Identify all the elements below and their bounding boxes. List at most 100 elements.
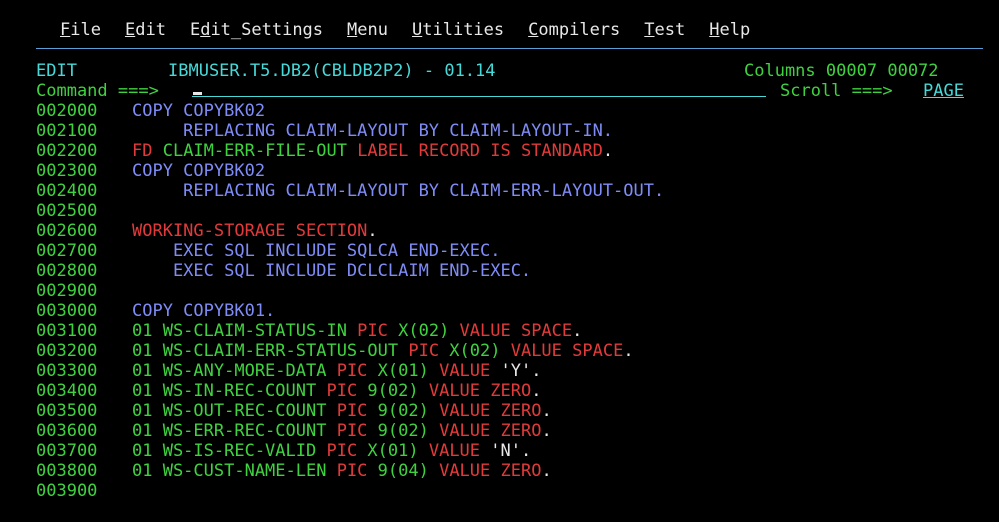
line-number[interactable]: 002600 [36,221,97,241]
line-number[interactable]: 003900 [36,481,97,501]
line-number[interactable]: 002800 [36,261,97,281]
source-line[interactable]: 01 WS-ANY-MORE-DATA PIC X(01) VALUE 'Y'. [132,361,541,381]
code-token: VALUE ZERO [428,381,532,401]
source-line[interactable]: EXEC SQL INCLUDE SQLCA END-EXEC. [132,241,501,261]
source-line[interactable]: COPY COPYBK02 [132,101,265,121]
line-number[interactable]: 002200 [36,141,97,161]
code-token: 'N'. [490,441,532,461]
code-token: . [602,141,614,161]
menu-item-3[interactable]: Menu [347,20,388,40]
line-number[interactable]: 002400 [36,181,97,201]
line-number[interactable]: 003500 [36,401,97,421]
column-from: 00007 [825,61,878,81]
code-token: VALUE SPACE [459,321,573,341]
code-token: . [541,461,552,481]
code-token: PIC [408,341,450,361]
code-token: REPLACING CLAIM-LAYOUT BY CLAIM-LAYOUT-I… [132,121,614,141]
menu-item-6[interactable]: Test [644,20,685,40]
menu-item-7[interactable]: Help [709,20,750,40]
source-line[interactable]: WORKING-STORAGE SECTION. [132,221,378,241]
source-line[interactable]: 01 WS-ERR-REC-COUNT PIC 9(02) VALUE ZERO… [132,421,552,441]
line-number[interactable]: 003600 [36,421,97,441]
code-token: 9(02) [367,381,429,401]
code-token: 01 WS-ERR-REC-COUNT [132,421,337,441]
source-line[interactable]: 01 WS-OUT-REC-COUNT PIC 9(02) VALUE ZERO… [132,401,552,421]
source-line[interactable]: EXEC SQL INCLUDE DCLCLAIM END-EXEC. [132,261,531,281]
source-line[interactable]: REPLACING CLAIM-LAYOUT BY CLAIM-ERR-LAYO… [132,181,664,201]
code-token: REPLACING CLAIM-LAYOUT BY CLAIM-ERR-LAYO… [132,181,665,201]
menu-item-4[interactable]: Utilities [412,20,504,40]
source-line[interactable]: FD CLAIM-ERR-FILE-OUT LABEL RECORD IS ST… [132,141,613,161]
code-token: . [541,401,552,421]
code-token: VALUE ZERO [439,461,542,481]
line-number[interactable]: 002000 [36,101,97,121]
code-token: . [531,381,542,401]
line-number[interactable]: 003400 [36,381,97,401]
code-token: PIC [326,381,368,401]
menu-item-5[interactable]: Compilers [528,20,620,40]
edit-mode-label: EDIT [36,61,77,81]
dataset-name: IBMUSER.T5.DB2(CBLDB2P2) - 01.14 [168,61,496,81]
menu-bar: File Edit Edit_Settings Menu Utilities Compil… [60,20,774,40]
column-to: 00072 [887,61,939,81]
line-number[interactable]: 002300 [36,161,97,181]
code-token: CLAIM-ERR-FILE-OUT [162,141,358,161]
line-number[interactable]: 002700 [36,241,97,261]
code-token: EXEC SQL INCLUDE SQLCA END-EXEC. [132,241,501,261]
code-token: X(01) [377,361,440,381]
code-token: 01 WS-IS-REC-VALID [132,441,327,461]
code-token: 9(02) [377,421,440,441]
menu-separator [36,48,983,49]
source-line[interactable]: 01 WS-CLAIM-ERR-STATUS-OUT PIC X(02) VAL… [132,341,634,361]
code-token: . [367,221,378,241]
source-line[interactable]: REPLACING CLAIM-LAYOUT BY CLAIM-LAYOUT-I… [132,121,613,141]
code-token: 01 WS-IN-REC-COUNT [132,381,327,401]
code-token: . [541,421,552,441]
line-number[interactable]: 002900 [36,281,97,301]
text-cursor [193,92,202,95]
code-token: VALUE SPACE [510,341,624,361]
source-line[interactable]: 01 WS-IS-REC-VALID PIC X(01) VALUE 'N'. [132,441,531,461]
source-line[interactable]: 01 WS-CLAIM-STATUS-IN PIC X(02) VALUE SP… [132,321,582,341]
code-token: X(02) [449,341,511,361]
code-token: VALUE [439,361,501,381]
code-token: PIC [336,401,378,421]
code-token: PIC [357,321,399,341]
source-line[interactable]: 01 WS-IN-REC-COUNT PIC 9(02) VALUE ZERO. [132,381,541,401]
code-token: 01 WS-CLAIM-STATUS-IN [132,321,358,341]
line-number[interactable]: 002100 [36,121,97,141]
code-token: X(02) [398,321,460,341]
columns-label: Columns [744,61,816,81]
scroll-amount-field[interactable]: PAGE [923,81,964,101]
menu-item-2[interactable]: Edit_Settings [190,20,323,40]
code-token: FD [132,141,163,161]
source-line[interactable]: COPY COPYBK01. [132,301,275,321]
code-token: LABEL RECORD IS STANDARD [357,141,603,161]
source-line[interactable]: COPY COPYBK02 [132,161,265,181]
code-token: VALUE [428,441,491,461]
code-token: PIC [336,461,378,481]
source-line[interactable]: 01 WS-CUST-NAME-LEN PIC 9(04) VALUE ZERO… [132,461,552,481]
menu-item-1[interactable]: Edit [125,20,166,40]
code-token: . [623,341,634,361]
code-token: VALUE ZERO [439,401,542,421]
code-token: COPY COPYBK01. [132,301,276,321]
line-number[interactable]: 003100 [36,321,97,341]
menu-item-0[interactable]: File [60,20,101,40]
code-token: EXEC SQL INCLUDE DCLCLAIM END-EXEC. [132,261,532,281]
line-number[interactable]: 003200 [36,341,97,361]
code-token: 'Y'. [500,361,542,381]
code-token: . [572,321,583,341]
code-token: PIC [326,441,368,461]
line-number[interactable]: 003300 [36,361,97,381]
code-token: X(01) [367,441,429,461]
code-token: COPY COPYBK02 [132,101,266,121]
code-token: 01 WS-ANY-MORE-DATA [132,361,337,381]
line-number[interactable]: 003000 [36,301,97,321]
line-number[interactable]: 003700 [36,441,97,461]
code-token: PIC [336,361,378,381]
line-number[interactable]: 003800 [36,461,97,481]
line-number[interactable]: 002500 [36,201,97,221]
code-token: PIC [336,421,378,441]
columns-indicator: Columns 00007 00072 [744,61,939,81]
